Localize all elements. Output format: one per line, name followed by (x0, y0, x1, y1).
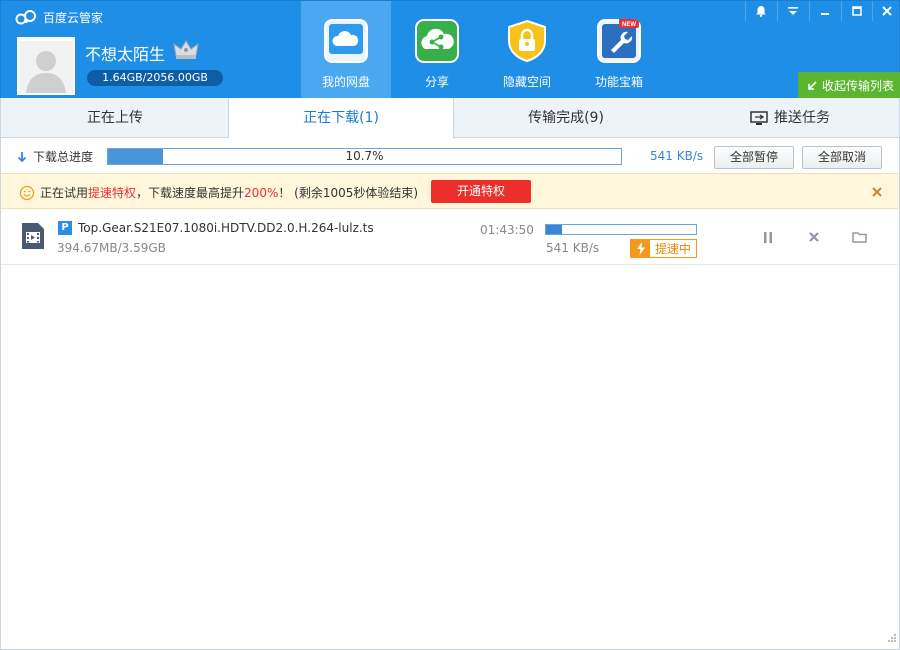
username[interactable]: 不想太陌生 (85, 41, 165, 65)
monitor-icon (750, 110, 768, 125)
activate-privilege-button[interactable]: 开通特权 (431, 180, 531, 203)
total-speed: 541 KB/s (650, 149, 704, 163)
tab-completed[interactable]: 传输完成(9) (453, 98, 679, 138)
download-task-row[interactable]: P Top.Gear.S21E07.1080i.HDTV.DD2.0.H.264… (1, 209, 899, 265)
notice-post: ！ (剩余1005秒体验结束) (278, 186, 419, 200)
maximize-icon (851, 6, 862, 16)
tab-push-tasks[interactable]: 推送任务 (679, 98, 900, 138)
menu-button[interactable] (777, 1, 807, 21)
collapse-label: 收起传输列表 (822, 79, 895, 93)
storage-quota: 1.64GB/2056.00GB (87, 70, 223, 86)
tab-uploading[interactable]: 正在上传 (1, 98, 229, 138)
share-icon (415, 19, 459, 63)
notice-pre: 正在试用 (40, 186, 89, 200)
close-icon (881, 6, 892, 16)
total-progress-percent: 10.7% (345, 149, 384, 163)
lock-icon (508, 19, 546, 63)
total-progress-label: 下载总进度 (17, 148, 93, 165)
nav-toolbox[interactable]: NEW 功能宝箱 (574, 1, 664, 99)
app-title-text: 百度云管家 (43, 10, 104, 25)
task-speed: 541 KB/s (546, 241, 600, 255)
video-file-icon (22, 223, 44, 249)
crown-icon[interactable] (173, 39, 199, 61)
resize-grip-icon[interactable] (885, 633, 897, 645)
total-progress-row: 下载总进度 10.7% 541 KB/s 全部暂停 全部取消 (0, 138, 900, 173)
tab-push-label: 推送任务 (774, 110, 830, 126)
collapse-arrow-icon (808, 80, 817, 90)
total-progress-text: 下载总进度 (33, 150, 94, 164)
download-arrow-icon (17, 151, 27, 162)
boost-badge[interactable]: 提速中 (630, 239, 697, 258)
remove-task-button[interactable] (806, 229, 822, 245)
smiley-icon (19, 185, 35, 200)
transfer-tabs: 正在上传 正在下载(1) 传输完成(9) 推送任务 (0, 98, 900, 139)
total-progress-bar: 10.7% (107, 148, 622, 165)
trial-notice-text: 正在试用 提速特权 ，下载速度最高提升 200%！ (剩余1005秒体验结束) (19, 184, 418, 201)
notice-highlight-percent: 200% (244, 185, 279, 200)
nav-hidden-space[interactable]: 隐藏空间 (482, 1, 572, 99)
dropdown-menu-icon (787, 7, 798, 15)
remove-icon (809, 232, 819, 242)
boost-label: 提速中 (655, 242, 692, 256)
pause-all-button[interactable]: 全部暂停 (714, 146, 794, 169)
notice-mid: ，下载速度最高提升 (136, 186, 245, 200)
tab-downloading[interactable]: 正在下载(1) (228, 98, 454, 139)
task-progress-bar (545, 224, 697, 235)
cloud-icon (324, 19, 368, 63)
minimize-button[interactable] (809, 1, 839, 21)
maximize-button[interactable] (841, 1, 871, 21)
folder-icon (851, 232, 867, 243)
nav-hidden-space-label: 隐藏空间 (502, 75, 551, 89)
avatar[interactable] (17, 37, 75, 95)
app-title: 百度云管家 (15, 7, 103, 27)
notification-button[interactable] (745, 1, 775, 21)
minimize-icon (820, 13, 829, 15)
nav-my-drive[interactable]: 我的网盘 (301, 1, 391, 99)
nav-my-drive-label: 我的网盘 (321, 75, 370, 89)
nav-share[interactable]: 分享 (392, 1, 482, 99)
task-progress-fill (546, 225, 563, 234)
download-list: P Top.Gear.S21E07.1080i.HDTV.DD2.0.H.264… (0, 209, 900, 650)
close-notice-icon[interactable] (869, 184, 885, 200)
close-button[interactable] (872, 1, 900, 21)
wrench-icon: NEW (597, 19, 641, 63)
collapse-transfer-list-button[interactable]: 收起传输列表 (798, 72, 900, 99)
nav-toolbox-label: 功能宝箱 (594, 75, 643, 89)
time-remaining: 01:43:50 (480, 223, 534, 237)
trial-notice-bar: 正在试用 提速特权 ，下载速度最高提升 200%！ (剩余1005秒体验结束) 开通特… (0, 173, 900, 209)
notice-highlight-feature: 提速特权 (88, 186, 137, 200)
nav-share-label: 分享 (424, 75, 449, 89)
bell-icon (755, 6, 766, 17)
title-bar: 百度云管家 不想太陌生 1.64GB/2056.00GB 我的网盘 分享 隐藏空… (0, 0, 900, 99)
new-badge: NEW (622, 22, 636, 28)
file-name: Top.Gear.S21E07.1080i.HDTV.DD2.0.H.264-l… (78, 221, 374, 235)
cancel-all-button[interactable]: 全部取消 (802, 146, 882, 169)
open-folder-button[interactable] (851, 229, 867, 245)
baidu-cloud-logo-icon (15, 10, 36, 25)
p-badge: P (58, 221, 72, 235)
file-size: 394.67MB/3.59GB (57, 241, 166, 255)
pause-task-button[interactable] (760, 229, 776, 245)
lightning-icon (631, 240, 650, 257)
pause-icon (764, 231, 772, 243)
default-avatar-icon (19, 41, 73, 93)
